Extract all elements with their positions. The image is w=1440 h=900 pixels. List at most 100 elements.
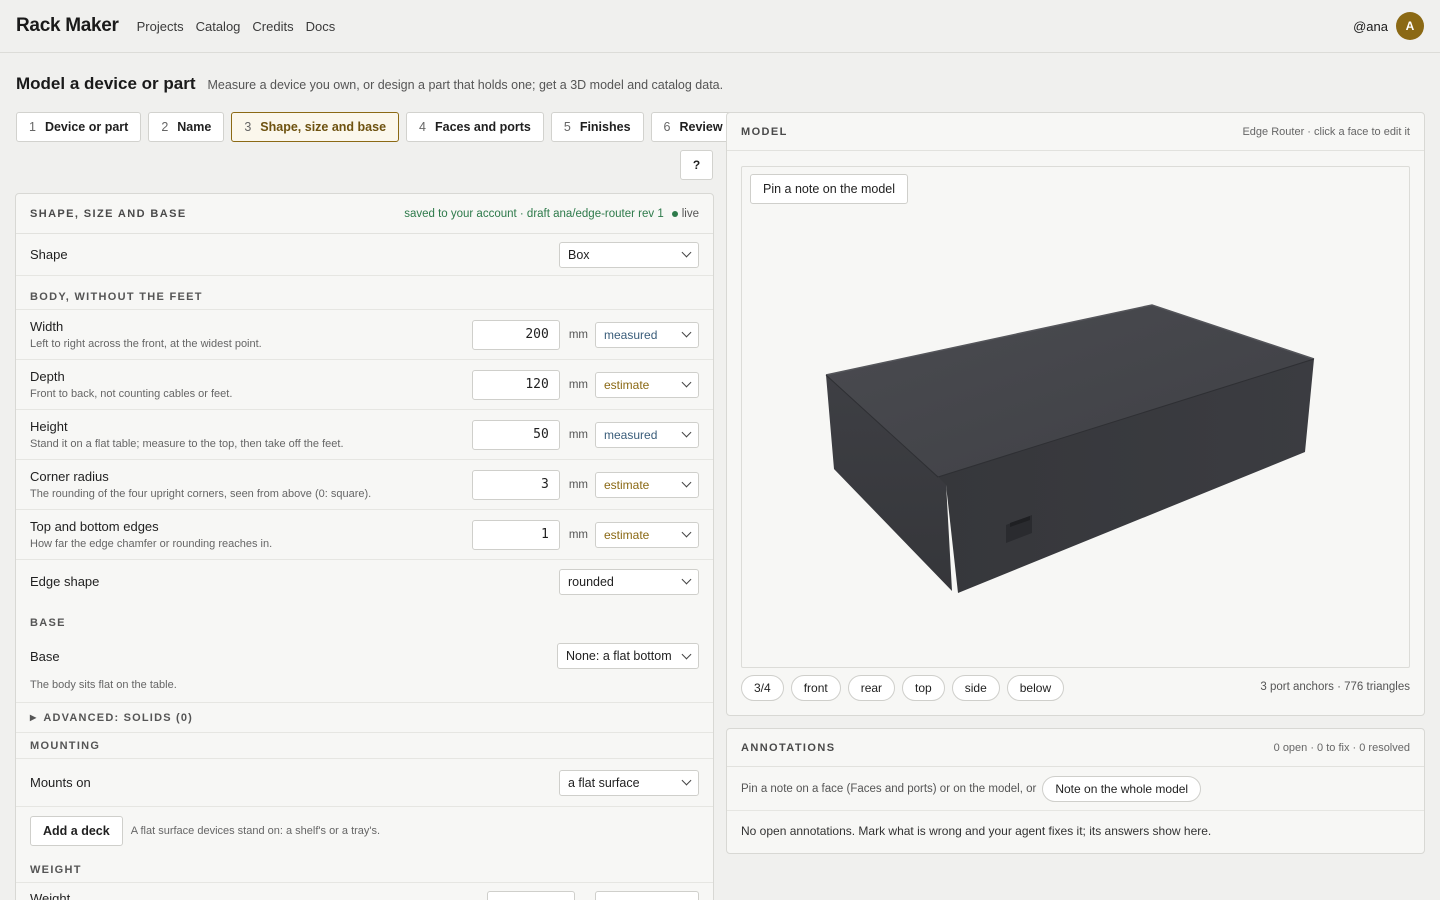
chevron-down-icon	[681, 527, 692, 538]
width-input[interactable]	[471, 319, 560, 350]
edges-input[interactable]	[471, 519, 560, 550]
live-dot-icon	[671, 210, 678, 217]
base-heading: BASE	[30, 617, 66, 629]
add-deck-note: A flat surface devices stand on: a shelf…	[130, 825, 381, 837]
step-finishes[interactable]: 5 Finishes	[550, 112, 644, 142]
body-heading: BODY, WITHOUT THE FEET	[16, 276, 713, 310]
step-number: 4	[419, 120, 426, 134]
unit-label: mm	[568, 328, 588, 341]
live-label: live	[681, 207, 699, 220]
chevron-down-icon	[681, 427, 692, 438]
mounts-on-row: Mounts on a flat surface	[16, 759, 713, 807]
view-side-button[interactable]: side	[951, 675, 1000, 701]
dimension-row-corner-radius: Corner radius The rounding of the four up…	[16, 460, 713, 510]
base-label: Base	[30, 648, 60, 664]
model-viewport[interactable]: Pin a note on the model	[741, 166, 1410, 668]
add-deck-button[interactable]: Add a deck	[30, 816, 123, 846]
depth-confidence-select[interactable]: estimate	[595, 371, 699, 398]
step-device-or-part[interactable]: 1 Device or part	[16, 112, 142, 142]
base-row: Base None: a flat bottom	[16, 635, 713, 677]
nav-credits[interactable]: Credits	[252, 19, 293, 34]
step-tabs: 1 Device or part 2 Name 3 Shape, size and b…	[16, 112, 736, 142]
shape-form-panel: SHAPE, SIZE AND BASE saved to your accou…	[15, 193, 714, 900]
dimension-hint: Stand it on a flat table; measure to the…	[30, 438, 344, 450]
dimension-row-edges: Top and bottom edges How far the edge cha…	[16, 510, 713, 560]
dimension-hint: Front to back, not counting cables or fe…	[30, 388, 233, 400]
view-three-quarter-button[interactable]: 3/4	[741, 675, 784, 701]
note-whole-model-button[interactable]: Note on the whole model	[1042, 775, 1202, 802]
shape-row: Shape Box	[16, 234, 713, 276]
dimension-label: Corner radius	[30, 469, 109, 484]
annotations-prompt: Pin a note on a face (Faces and ports) o…	[741, 782, 1037, 795]
confidence-value: measured	[604, 427, 658, 442]
confidence-value: estimate	[604, 477, 650, 492]
step-name[interactable]: 2 Name	[148, 112, 225, 142]
caret-right-icon: ▶	[30, 713, 38, 722]
dimension-hint: Left to right across the front, at the w…	[30, 338, 262, 350]
dimension-row-height: Height Stand it on a flat table; measure …	[16, 410, 713, 460]
dimension-label: Height	[30, 419, 68, 434]
main-nav: Projects Catalog Credits Docs	[137, 19, 336, 34]
user-handle[interactable]: @ana	[1353, 19, 1388, 34]
dimension-hint: The rounding of the four upright corners…	[30, 488, 372, 500]
corner-radius-input[interactable]	[471, 469, 560, 500]
step-number: 1	[29, 120, 36, 134]
avatar[interactable]: A	[1396, 12, 1424, 40]
advanced-solids-toggle[interactable]: ▶ ADVANCED: SOLIDS (0)	[16, 703, 713, 733]
base-select[interactable]: None: a flat bottom	[557, 643, 699, 669]
unit-label: mm	[568, 378, 588, 391]
unit-label: mm	[568, 478, 588, 491]
top-bar: Rack Maker Projects Catalog Credits Docs…	[0, 0, 1440, 53]
confidence-value: estimate	[604, 377, 650, 392]
depth-input[interactable]	[471, 369, 560, 400]
model-meta: Edge Router · click a face to edit it	[1242, 125, 1410, 138]
unit-label: mm	[568, 428, 588, 441]
chevron-down-icon	[681, 327, 692, 338]
mounts-on-label: Mounts on	[30, 775, 91, 790]
chevron-down-icon	[681, 247, 692, 258]
shape-select[interactable]: Box	[559, 241, 699, 268]
chevron-down-icon	[681, 775, 692, 786]
mounting-heading: MOUNTING	[16, 733, 713, 759]
device-3d-model[interactable]	[742, 167, 1410, 668]
advanced-label: ADVANCED: SOLIDS (0)	[43, 711, 194, 724]
view-rear-button[interactable]: rear	[847, 675, 896, 701]
edge-shape-label: Edge shape	[30, 574, 100, 589]
nav-projects[interactable]: Projects	[137, 19, 184, 34]
weight-confidence-select[interactable]	[595, 891, 699, 900]
add-deck-row: Add a deck A flat surface devices stand …	[16, 807, 713, 855]
edge-shape-value: rounded	[568, 574, 614, 589]
step-review[interactable]: 6 Review	[650, 112, 736, 142]
model-card-header: MODEL Edge Router · click a face to edit…	[727, 113, 1424, 151]
shape-label: Shape	[30, 247, 68, 262]
edges-confidence-select[interactable]: estimate	[595, 521, 699, 548]
weight-input[interactable]	[487, 891, 575, 900]
annotations-counts: 0 open · 0 to fix · 0 resolved	[1273, 741, 1410, 754]
corner-radius-confidence-select[interactable]: estimate	[595, 471, 699, 498]
dimension-label: Depth	[30, 369, 65, 384]
step-label: Review	[679, 120, 723, 134]
view-below-button[interactable]: below	[1006, 675, 1065, 701]
unit-label: mm	[568, 528, 588, 541]
step-shape-size-base[interactable]: 3 Shape, size and base	[231, 112, 400, 142]
page-subtitle: Measure a device you own, or design a pa…	[207, 78, 724, 92]
height-confidence-select[interactable]: measured	[595, 421, 699, 448]
step-label: Faces and ports	[434, 120, 531, 134]
weight-heading: WEIGHT	[16, 855, 713, 883]
step-faces-and-ports[interactable]: 4 Faces and ports	[406, 112, 544, 142]
edge-shape-select[interactable]: rounded	[559, 568, 699, 595]
user-menu[interactable]: @ana A	[1353, 12, 1424, 40]
mounts-on-select[interactable]: a flat surface	[559, 769, 699, 796]
base-note: The body sits flat on the table.	[30, 679, 177, 691]
nav-catalog[interactable]: Catalog	[196, 19, 241, 34]
step-label: Shape, size and base	[260, 120, 387, 134]
app-logo[interactable]: Rack Maker	[16, 15, 119, 37]
chevron-down-icon	[681, 377, 692, 388]
width-confidence-select[interactable]: measured	[595, 321, 699, 348]
model-card: MODEL Edge Router · click a face to edit…	[726, 112, 1425, 716]
height-input[interactable]	[471, 419, 560, 450]
nav-docs[interactable]: Docs	[306, 19, 336, 34]
view-front-button[interactable]: front	[790, 675, 841, 701]
help-button[interactable]: ?	[680, 150, 713, 180]
view-top-button[interactable]: top	[902, 675, 945, 701]
